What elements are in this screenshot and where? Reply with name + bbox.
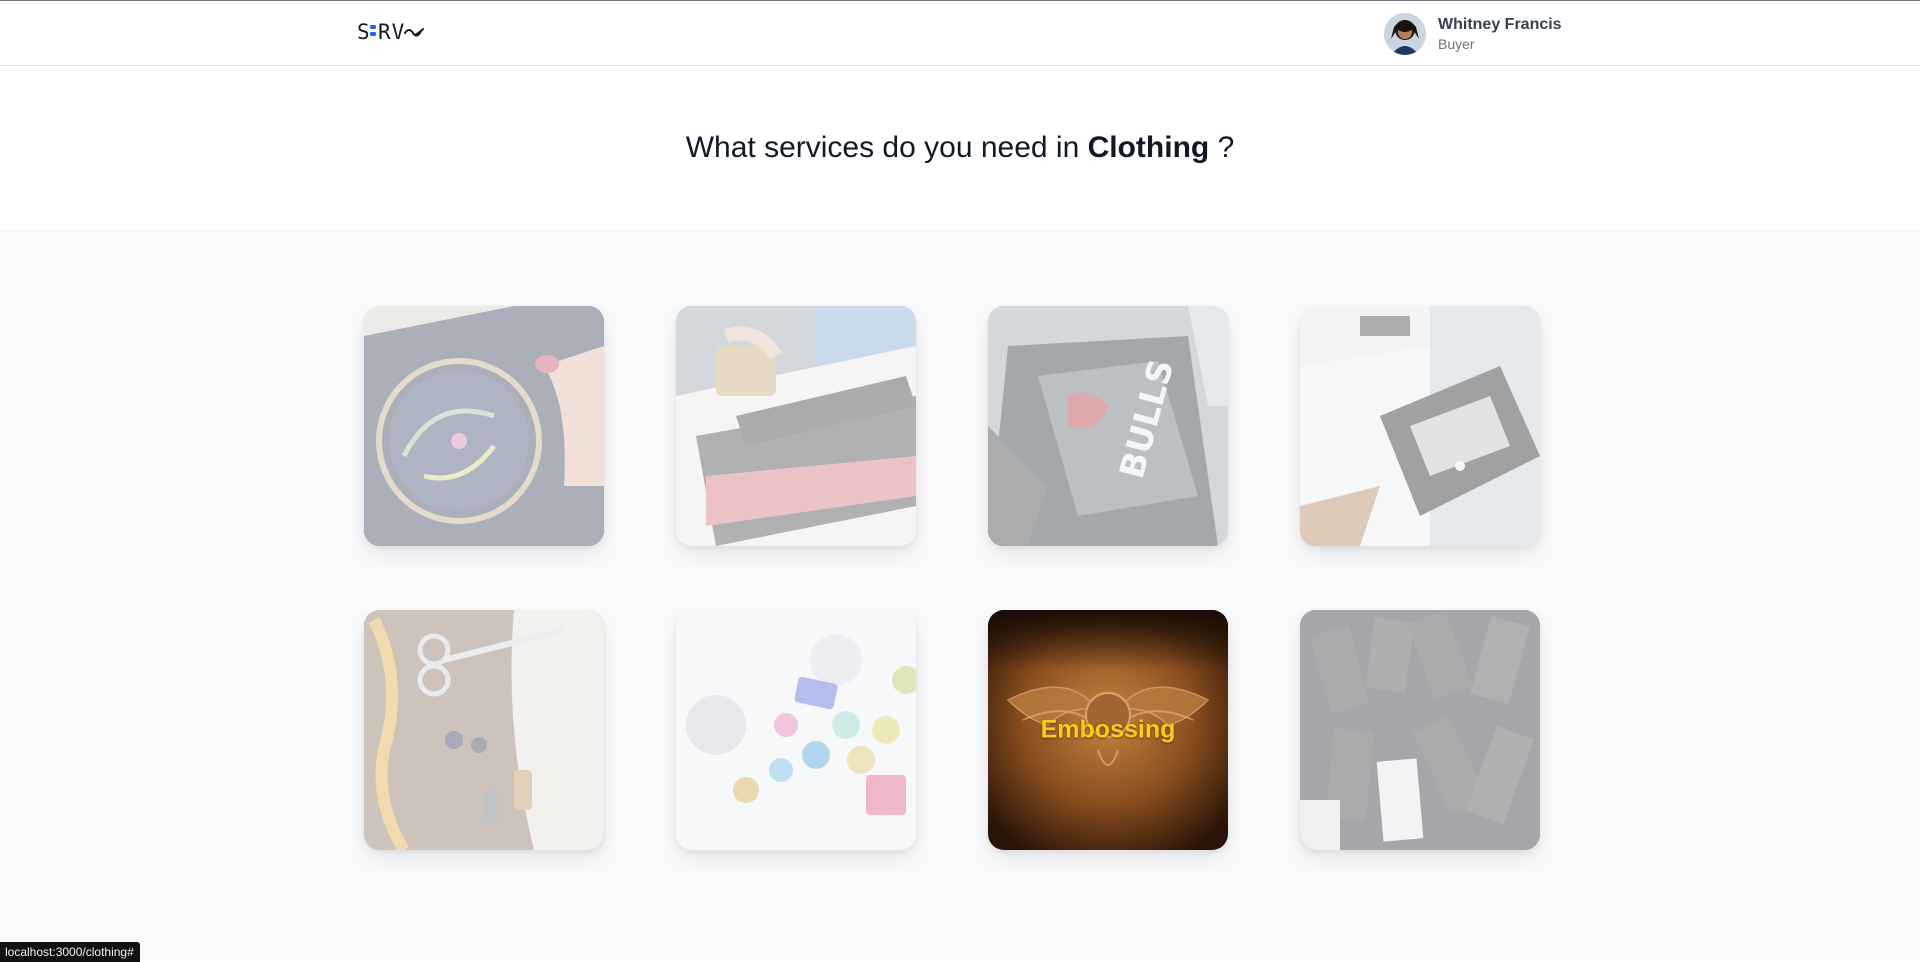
service-card-embossing[interactable]: Embossing [988, 610, 1228, 850]
avatar [1384, 13, 1426, 55]
servs-logo[interactable]: S RV [357, 19, 427, 45]
user-name: Whitney Francis [1438, 16, 1562, 33]
svg-text:S: S [357, 20, 371, 44]
svg-text:RV: RV [378, 20, 405, 44]
services-grid: BULLS [364, 306, 1540, 850]
top-navigation: S RV Whitney Francis Buyer [0, 0, 1920, 66]
question-prefix: What services do you need in [685, 131, 1080, 164]
user-role: Buyer [1438, 36, 1475, 53]
service-card-dtg-printing[interactable] [1300, 306, 1540, 546]
category-name: Clothing [1087, 131, 1210, 164]
service-card-screen-printing[interactable] [676, 306, 916, 546]
hero-section: What services do you need in Clothing ? [0, 66, 1920, 230]
question-suffix: ? [1217, 131, 1235, 164]
service-label: Embossing [1040, 715, 1176, 744]
logo-icon: S RV [357, 20, 424, 44]
user-menu[interactable]: Whitney Francis Buyer [1384, 13, 1562, 55]
service-card-rhinestones[interactable] [676, 610, 916, 850]
service-card-heat-transfer[interactable]: BULLS [988, 306, 1228, 546]
status-bar-url: localhost:3000/clothing# [0, 942, 140, 962]
services-grid-section: BULLS [0, 230, 1920, 960]
page-title: What services do you need in Clothing ? [686, 131, 1235, 165]
service-card-tailoring[interactable] [364, 610, 604, 850]
service-card-labels[interactable] [1300, 610, 1540, 850]
user-info: Whitney Francis Buyer [1438, 15, 1562, 53]
service-card-embroidery[interactable] [364, 306, 604, 546]
